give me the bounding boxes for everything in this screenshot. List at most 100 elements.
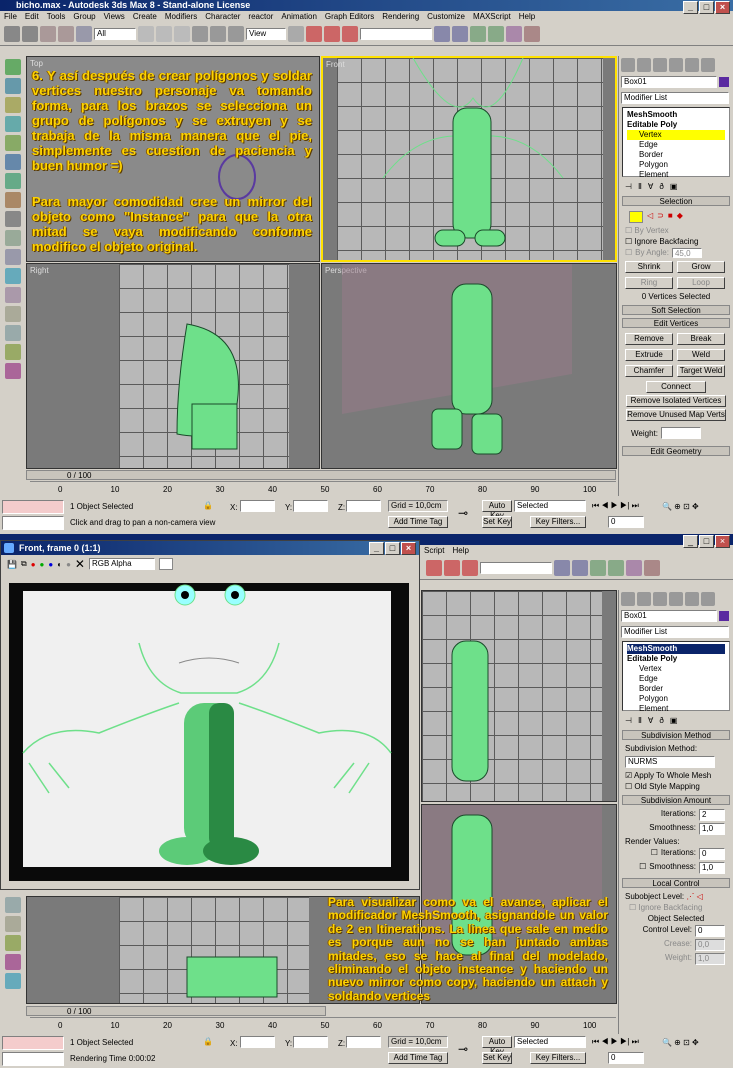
key-icon[interactable]: ⊸	[458, 506, 468, 520]
edge-mode-icon[interactable]: ◁	[647, 211, 653, 223]
add-time-tag-button[interactable]: Add Time Tag	[388, 516, 448, 528]
close-button[interactable]: ×	[715, 1, 730, 14]
stack-item[interactable]: Polygon	[627, 694, 725, 704]
ring-button[interactable]: Ring	[625, 277, 673, 289]
selection-filter[interactable]: All	[94, 27, 136, 40]
maxscript-listener[interactable]	[2, 500, 64, 514]
region-icon[interactable]	[174, 25, 190, 42]
menu-item[interactable]: Character	[201, 11, 244, 22]
material-editor-icon[interactable]	[626, 559, 642, 576]
stack-item[interactable]: Vertex	[627, 130, 725, 140]
menu-item[interactable]: Group	[69, 11, 99, 22]
remove-isolated-button[interactable]: Remove Isolated Vertices	[626, 395, 726, 407]
stack-item[interactable]: MeshSmooth	[627, 110, 725, 120]
object-color-swatch[interactable]	[719, 77, 729, 87]
curve-editor-icon[interactable]	[590, 559, 606, 576]
select-by-name-icon[interactable]	[156, 25, 172, 42]
auto-key-button[interactable]: Auto Key	[482, 1036, 512, 1056]
object-name-field[interactable]: Box01	[621, 610, 717, 622]
pin-stack-icon[interactable]: ⊣	[625, 182, 632, 191]
key-filters-button[interactable]: Key Filters...	[530, 1052, 586, 1064]
close-button[interactable]: ×	[715, 535, 730, 548]
viewport-front[interactable]: Front	[321, 56, 617, 262]
mono-icon[interactable]: ●	[66, 560, 71, 569]
break-button[interactable]: Break	[677, 333, 725, 345]
lc-ignore-backfacing-checkbox[interactable]: ☐ Ignore Backfacing	[619, 902, 733, 913]
menu-item[interactable]: Help	[515, 11, 539, 22]
minimize-button[interactable]: _	[369, 542, 384, 555]
configure-icon[interactable]: ▣	[670, 182, 678, 191]
stack-item[interactable]: Polygon	[627, 160, 725, 170]
time-slider[interactable]: 0 / 100	[26, 470, 616, 480]
rollout-edit-geometry[interactable]: Edit Geometry	[622, 446, 730, 456]
old-style-mapping-checkbox[interactable]: ☐ Old Style Mapping	[619, 781, 733, 792]
viewport-perspective[interactable]: Perspective	[321, 263, 617, 469]
connect-button[interactable]: Connect	[646, 381, 706, 393]
remove-unused-button[interactable]: Remove Unused Map Verts	[626, 409, 726, 421]
time-slider[interactable]: 0 / 100	[26, 1006, 326, 1016]
menu-item[interactable]: Animation	[277, 11, 321, 22]
schematic-icon[interactable]	[488, 25, 504, 42]
menu-item[interactable]: Customize	[423, 11, 469, 22]
menu-item[interactable]: MAXScript	[469, 11, 515, 22]
create-cylinder-icon[interactable]	[5, 154, 21, 170]
iterations-field[interactable]: 2	[699, 809, 725, 821]
wave-icon[interactable]	[5, 268, 21, 284]
viewport-front[interactable]	[421, 590, 617, 802]
render-icon[interactable]	[524, 25, 540, 42]
link-icon[interactable]	[40, 25, 56, 42]
hierarchy-tab-icon[interactable]	[653, 58, 667, 72]
stack-item[interactable]: Edge	[627, 140, 725, 150]
apply-whole-mesh-checkbox[interactable]: ☑ Apply To Whole Mesh	[619, 770, 733, 781]
stack-item[interactable]: Vertex	[627, 664, 725, 674]
auto-key-button[interactable]: Auto Key	[482, 500, 512, 520]
utilities-tab-icon[interactable]	[701, 58, 715, 72]
stack-item[interactable]: Border	[627, 150, 725, 160]
stack-item[interactable]: Editable Poly	[627, 654, 725, 664]
select-icon[interactable]	[138, 25, 154, 42]
show-end-result-icon[interactable]: Ⅱ	[638, 182, 642, 191]
y-coord-field[interactable]	[293, 1036, 328, 1048]
save-icon[interactable]: 💾	[7, 560, 17, 569]
track-bar[interactable]: 0 10 20 30 40 50 60 70 80 90 100	[30, 481, 616, 497]
named-selection-field[interactable]	[480, 561, 552, 574]
color-swatch[interactable]	[158, 558, 173, 570]
stack-item[interactable]: MeshSmooth	[627, 644, 725, 654]
menu-item[interactable]: File	[0, 11, 21, 22]
show-end-result-icon[interactable]: Ⅱ	[638, 716, 642, 725]
menu-item[interactable]: Graph Editors	[321, 11, 378, 22]
maxscript-field[interactable]	[2, 1052, 64, 1066]
border-mode-icon[interactable]: ⊃	[657, 211, 664, 223]
subdivision-method-dropdown[interactable]: NURMS	[625, 756, 715, 768]
menu-item[interactable]: reactor	[244, 11, 277, 22]
create-tube-icon[interactable]	[5, 173, 21, 189]
utilities-tab-icon[interactable]	[701, 592, 715, 606]
minimize-button[interactable]: _	[683, 1, 698, 14]
wave-icon[interactable]	[5, 973, 21, 989]
frame-field[interactable]: 0	[608, 1052, 644, 1064]
snap-icon[interactable]	[306, 25, 322, 42]
clone-icon[interactable]: ⧉	[21, 559, 27, 569]
create-light-icon[interactable]	[5, 97, 21, 113]
stack-item[interactable]: Editable Poly	[627, 120, 725, 130]
remove-button[interactable]: Remove	[625, 333, 673, 345]
create-sphere-icon[interactable]	[5, 78, 21, 94]
maximize-button[interactable]: □	[699, 1, 714, 14]
z-coord-field[interactable]	[346, 1036, 381, 1048]
key-selection-dropdown[interactable]: Selected	[514, 1036, 586, 1048]
remove-modifier-icon[interactable]: ð	[659, 716, 663, 725]
remove-modifier-icon[interactable]: ð	[659, 182, 663, 191]
weight-field[interactable]	[660, 427, 701, 439]
motion-tab-icon[interactable]	[669, 58, 683, 72]
track-bar[interactable]: 0 10 20 30 40 50 60 70 80 90 100	[30, 1017, 616, 1033]
menu-item[interactable]: Create	[129, 11, 161, 22]
pin-stack-icon[interactable]: ⊣	[625, 716, 632, 725]
set-key-button[interactable]: Set Key	[482, 516, 512, 528]
nav-controls[interactable]: 🔍 ⊕ ⊡ ✥	[662, 1038, 699, 1047]
key-filters-button[interactable]: Key Filters...	[530, 516, 586, 528]
rollout-local-control[interactable]: Local Control	[622, 878, 730, 888]
create-helper-icon[interactable]	[5, 135, 21, 151]
percent-snap-icon[interactable]	[462, 559, 478, 576]
z-coord-field[interactable]	[346, 500, 381, 512]
playback-controls[interactable]: ⏮ ◀ ▶ ▶| ⏭	[592, 1037, 639, 1047]
